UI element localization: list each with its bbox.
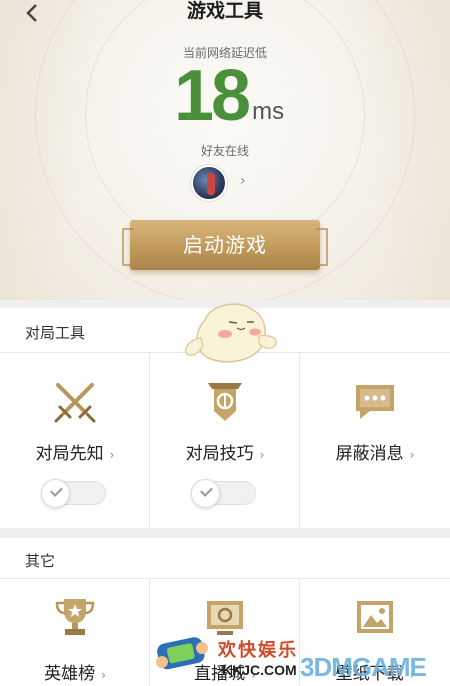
start-game-label: 启动游戏 [183,233,267,257]
section-title: 其它 [25,552,56,570]
match-tools-grid: 对局先知 › 对局技巧 › 屏蔽消息 › [0,353,450,528]
tool-block-messages[interactable]: 屏蔽消息 › [300,353,450,528]
item-hero-ranking[interactable]: 英雄榜 › [0,579,150,686]
watermark-3dm-logo: 3DMGAME [300,652,427,682]
chevron-right-icon: › [109,448,115,462]
mascot-sticker [185,303,277,363]
tool-label: 对局技巧 › [185,444,265,464]
chevron-right-icon: › [101,668,106,682]
latency-value: 18 [174,56,251,136]
check-icon [191,479,220,508]
watermark-site: KKJC.COM [222,662,297,678]
watermark-gamepad-icon [156,637,208,670]
latency-unit: ms [252,98,285,125]
match-insight-toggle[interactable] [41,479,106,508]
banner-shield-icon [208,383,242,421]
friends-online-label: 好友在线 [200,144,249,158]
tool-match-tips[interactable]: 对局技巧 › [150,353,300,528]
item-label: 英雄榜 › [44,664,106,684]
wallpaper-image-icon [357,601,393,633]
start-game-button[interactable]: 启动游戏 [122,220,328,270]
match-tips-toggle[interactable] [191,479,256,508]
chevron-right-icon[interactable]: › [240,173,246,189]
tool-label: 对局先知 › [35,444,115,464]
chevron-right-icon: › [409,448,415,462]
watermark-brand: 欢快娱乐 [218,640,298,661]
tool-label: 屏蔽消息 › [335,444,415,464]
friend-avatar[interactable] [191,165,227,201]
tool-match-insight[interactable]: 对局先知 › [0,353,150,528]
latency-display: 18 ms [174,60,284,132]
section-title: 对局工具 [25,324,86,342]
chevron-right-icon: › [259,448,265,462]
page-title: 游戏工具 [186,0,263,22]
crossed-swords-icon [54,383,96,423]
trophy-icon [55,599,95,635]
check-icon [41,479,70,508]
message-bubble-icon [356,385,394,419]
